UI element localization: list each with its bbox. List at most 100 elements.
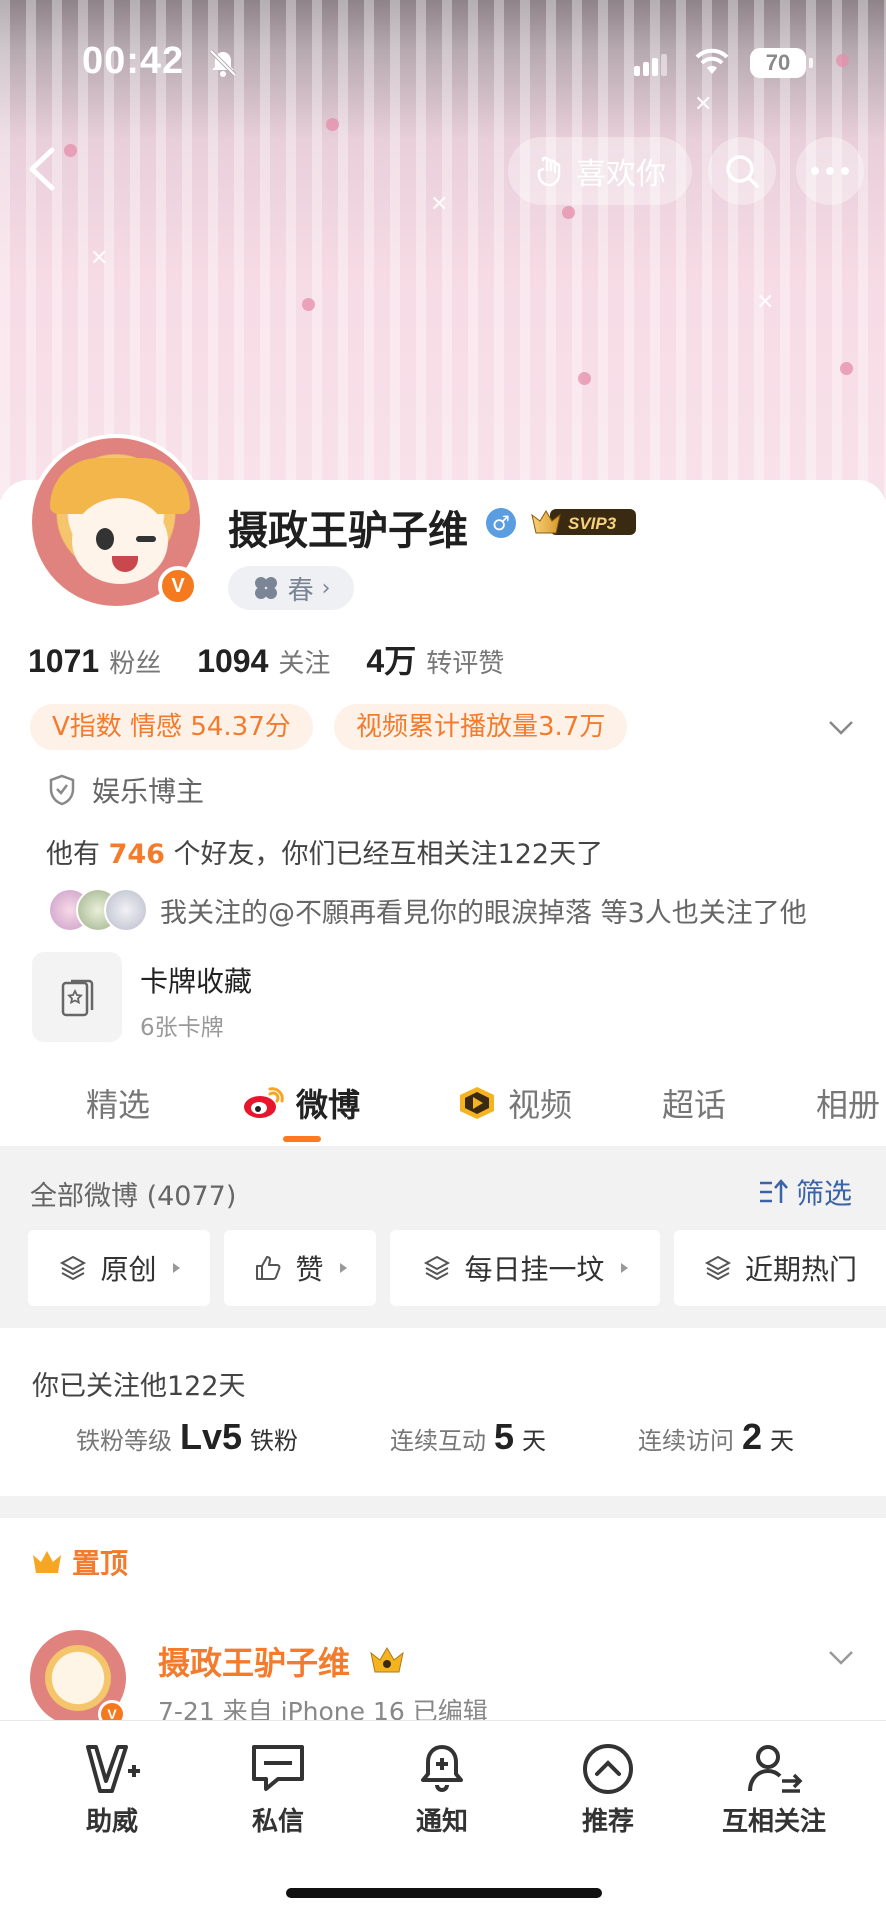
friends-count: 746 (108, 839, 165, 870)
fan-level-label: 铁粉等级 (76, 1427, 172, 1455)
battery-indicator: 70 (750, 48, 813, 78)
hand-heart-icon (537, 156, 561, 187)
filter-sort-icon (760, 1179, 788, 1203)
friends-suffix: 个好友，你们已经互相关注122天了 (164, 839, 604, 870)
chevron-down-icon[interactable] (826, 712, 856, 742)
card-collection-icon-box[interactable] (32, 952, 122, 1042)
v-index-tag[interactable]: V指数 情感 54.37分 (30, 704, 313, 750)
search-button[interactable] (708, 137, 776, 205)
chevron-up-circle-icon (583, 1744, 633, 1794)
crown-icon (33, 1551, 61, 1573)
visit-streak-value: 2 (742, 1416, 763, 1457)
video-plays-tag[interactable]: 视频累计播放量3.7万 (334, 704, 628, 750)
chip-likes[interactable]: 赞 (224, 1230, 376, 1306)
thumbs-up-icon (256, 1256, 281, 1280)
chip-trending-label: 近期热门 (744, 1253, 857, 1286)
following-stat[interactable]: 1094 关注 (197, 643, 330, 680)
tab-album-label: 相册 (816, 1086, 881, 1124)
banner-bow: ✕ (756, 290, 775, 315)
season-label: 春 (287, 575, 314, 606)
tab-weibo[interactable]: 微博 (242, 1080, 360, 1126)
post-filter-area: 全部微博 (4077) 筛选 原创 赞 每日挂一坟 近期热门 (0, 1146, 886, 1328)
banner-dot (302, 298, 315, 311)
more-dots-icon (811, 167, 849, 175)
weibo-logo-icon (244, 1087, 284, 1118)
verified-badge-icon: V (158, 566, 198, 606)
category-label: 娱乐博主 (92, 775, 205, 808)
profile-name: 摄政王驴子维 (228, 508, 468, 554)
interaction-streak-unit: 天 (522, 1427, 547, 1455)
card-star-icon (61, 979, 94, 1017)
layers-icon (704, 1255, 732, 1281)
tab-super-topic-label: 超话 (662, 1086, 727, 1124)
like-you-label: 喜欢你 (576, 157, 666, 192)
profile-tabs: 精选 微博 视频 超话 相册 (0, 1070, 886, 1146)
mutual-follow-button[interactable]: 互相关注 (704, 1741, 844, 1838)
layers-icon (60, 1255, 87, 1281)
fan-level-unit: 铁粉 (250, 1427, 299, 1455)
cheer-button[interactable]: 助威 (42, 1741, 182, 1838)
banner-bow: ✕ (90, 246, 109, 271)
cellular-signal-icon (634, 54, 670, 76)
mutual-followers-text: 我关注的@不願再看見你的眼淚掉落 等3人也关注了他 (160, 897, 807, 929)
tab-album[interactable]: 相册 (816, 1080, 880, 1126)
all-posts-count: 全部微博 (4077) (30, 1181, 237, 1212)
svip-crown-icon (370, 1647, 404, 1673)
chevron-down-icon[interactable] (826, 1642, 856, 1672)
interaction-streak-metric[interactable]: 连续互动 5 天 (390, 1416, 546, 1458)
interactions-count: 4万 (366, 643, 417, 679)
followers-stat[interactable]: 1071 粉丝 (28, 643, 161, 680)
like-you-button[interactable]: 喜欢你 (508, 137, 692, 205)
tab-super-topic[interactable]: 超话 (662, 1080, 726, 1126)
shield-icon (49, 774, 75, 806)
mutual-follow-icon (748, 1745, 803, 1793)
recommend-button[interactable]: 推荐 (538, 1741, 678, 1838)
visit-streak-label: 连续访问 (638, 1427, 734, 1455)
message-label: 私信 (251, 1807, 304, 1837)
svip-badge[interactable]: SVIP3 (528, 505, 638, 539)
chip-trending[interactable]: 近期热门 (674, 1230, 886, 1306)
post-author-name[interactable]: 摄政王驴子维 (158, 1638, 350, 1684)
interactions-stat[interactable]: 4万 转评赞 (366, 636, 504, 682)
mutual-followers-row[interactable]: 我关注的@不願再看見你的眼淚掉落 等3人也关注了他 (48, 888, 807, 932)
message-button[interactable]: 私信 (208, 1741, 348, 1838)
fan-level-metric[interactable]: 铁粉等级 Lv5 铁粉 (76, 1416, 298, 1458)
mutual-follow-label: 互相关注 (721, 1807, 826, 1837)
banner-dot (840, 362, 853, 375)
chip-daily-label: 每日挂一坟 (464, 1253, 605, 1286)
following-label: 关注 (278, 649, 331, 679)
card-collection-count: 6张卡牌 (140, 1015, 224, 1041)
clover-icon (254, 577, 277, 599)
card-collection-title[interactable]: 卡牌收藏 (140, 960, 252, 1000)
video-play-icon (460, 1087, 494, 1119)
chip-original[interactable]: 原创 (28, 1230, 210, 1306)
chip-daily[interactable]: 每日挂一坟 (390, 1230, 660, 1306)
active-tab-indicator (283, 1136, 321, 1142)
wifi-icon (695, 48, 729, 74)
notify-button[interactable]: 通知 (372, 1741, 512, 1838)
tab-video[interactable]: 视频 (456, 1080, 572, 1126)
status-bar: 00:42 70 (0, 40, 886, 90)
following-count: 1094 (197, 643, 269, 679)
visit-streak-unit: 天 (770, 1427, 795, 1455)
visit-streak-metric[interactable]: 连续访问 2 天 (638, 1416, 794, 1458)
chip-likes-label: 赞 (295, 1253, 324, 1286)
search-icon (726, 155, 759, 188)
pinned-label: 置顶 (72, 1547, 129, 1580)
banner-dot (326, 118, 339, 131)
filter-button[interactable]: 筛选 (758, 1172, 852, 1212)
more-button[interactable] (796, 137, 864, 205)
interactions-label: 转评赞 (426, 649, 505, 679)
season-badge[interactable]: 春 › (228, 566, 354, 610)
male-gender-icon: ♂ (486, 508, 516, 538)
category-row: 娱乐博主 (46, 770, 204, 810)
friends-info: 他有 746 个好友，你们已经互相关注122天了 (46, 832, 603, 871)
tab-featured[interactable]: 精选 (86, 1080, 150, 1126)
tab-video-label: 视频 (508, 1086, 573, 1124)
home-indicator[interactable] (286, 1888, 602, 1898)
tab-weibo-label: 微博 (296, 1086, 361, 1124)
cheer-v-icon (86, 1745, 140, 1793)
notify-label: 通知 (415, 1807, 468, 1837)
message-icon (252, 1745, 304, 1791)
back-arrow-icon[interactable] (20, 142, 64, 196)
